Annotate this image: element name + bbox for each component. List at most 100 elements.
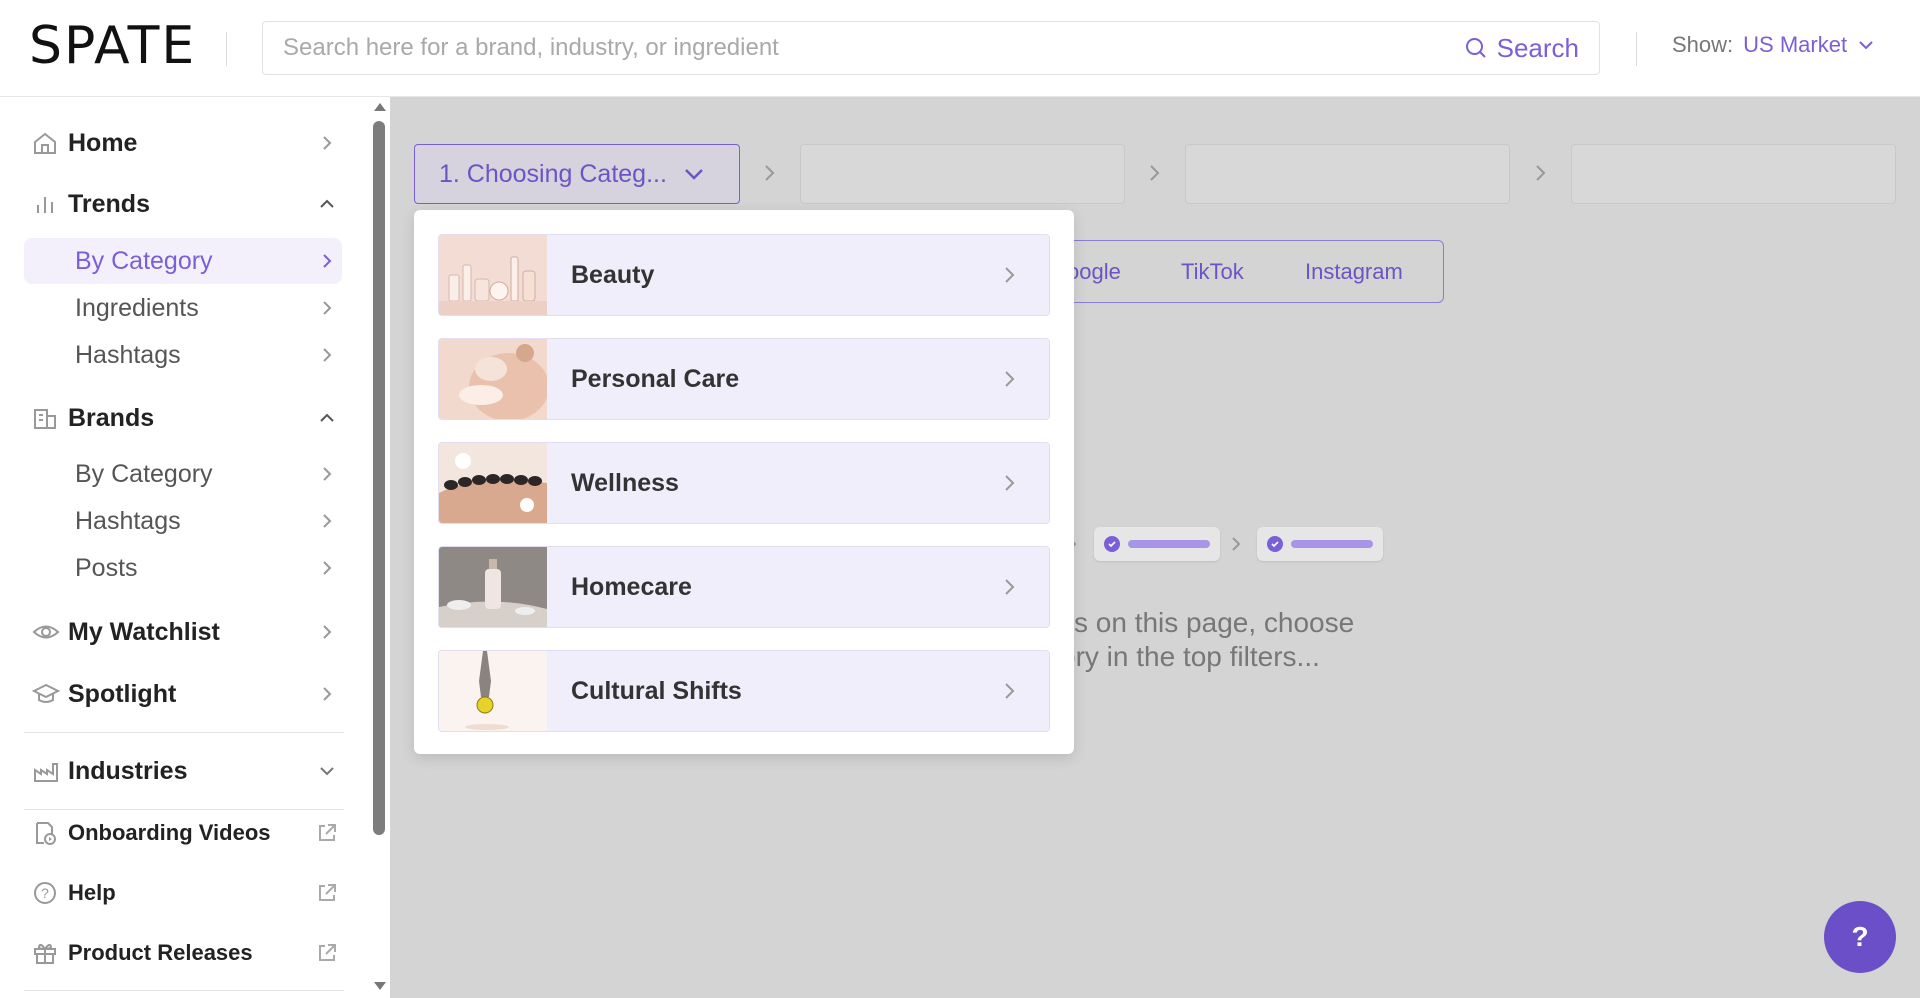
progress-bar (1128, 540, 1210, 548)
category-option-cultural-shifts[interactable]: Cultural Shifts (438, 650, 1050, 732)
header-divider (1636, 32, 1637, 66)
tab-google[interactable]: oogle (1067, 259, 1121, 285)
spate-logo[interactable]: SPATE (29, 16, 196, 76)
personal-care-thumbnail (439, 339, 547, 419)
sidebar-item-brands-posts[interactable]: Posts (24, 545, 342, 591)
sidebar-item-brands-by-category[interactable]: By Category (24, 451, 342, 497)
sidebar-item-watchlist[interactable]: My Watchlist (24, 607, 342, 657)
search-icon (1465, 38, 1486, 58)
sidebar-subitem-label: By Category (75, 246, 213, 275)
chevron-right-icon (312, 299, 342, 317)
sidebar-item-label: Spotlight (68, 679, 177, 708)
category-option-label: Homecare (571, 572, 692, 601)
category-filter-dropdown[interactable]: 1. Choosing Categ... (414, 144, 740, 204)
platform-tabs: oogle TikTok Instagram (1040, 240, 1444, 303)
gift-icon (24, 940, 68, 966)
category-option-label: Cultural Shifts (571, 676, 742, 705)
search-input[interactable] (263, 22, 1465, 74)
sidebar-item-help[interactable]: ? Help (24, 868, 342, 918)
sidebar-item-onboarding-videos[interactable]: Onboarding Videos (24, 808, 342, 858)
progress-step-illustration (1257, 527, 1383, 561)
chevron-right-icon (969, 576, 1049, 598)
sidebar-subitem-label: By Category (75, 459, 213, 488)
sidebar-item-spotlight[interactable]: Spotlight (24, 669, 342, 719)
category-filter-label: 1. Choosing Categ... (439, 159, 667, 188)
tab-tiktok[interactable]: TikTok (1181, 259, 1244, 285)
chevron-right-icon (312, 559, 342, 577)
search-button[interactable]: Search (1465, 33, 1599, 64)
category-option-homecare[interactable]: Homecare (438, 546, 1050, 628)
progress-step-illustration (1094, 527, 1220, 561)
chevron-right-icon (312, 134, 342, 152)
sidebar-item-trends[interactable]: Trends (24, 179, 342, 229)
chevron-right-icon (312, 685, 342, 703)
chevron-right-icon (969, 680, 1049, 702)
filter-step-3[interactable] (1185, 144, 1510, 204)
sidebar-item-label: Industries (68, 756, 188, 785)
show-label: Show: (1672, 32, 1734, 57)
category-option-label: Wellness (571, 468, 679, 497)
sidebar: Home Trends By Category Ingredients Hash… (0, 97, 390, 998)
scroll-up-arrow-icon[interactable] (372, 101, 388, 113)
chevron-right-icon (312, 346, 342, 364)
video-file-icon (24, 820, 68, 846)
category-dropdown-menu: Beauty Personal Care Wellness Homecare C… (414, 210, 1074, 754)
scroll-down-arrow-icon[interactable] (372, 980, 388, 992)
external-link-icon (312, 882, 342, 904)
graduation-cap-icon (24, 681, 68, 707)
sidebar-item-trends-ingredients[interactable]: Ingredients (24, 285, 342, 331)
sidebar-item-label: Help (68, 880, 116, 905)
chevron-right-icon (312, 252, 342, 270)
progress-bar (1291, 540, 1373, 548)
chevron-right-icon (969, 472, 1049, 494)
sidebar-item-label: Product Releases (68, 940, 253, 965)
header-divider (226, 32, 227, 66)
filter-step-4[interactable] (1571, 144, 1896, 204)
homecare-thumbnail (439, 547, 547, 627)
sidebar-item-label: Onboarding Videos (68, 820, 271, 845)
sidebar-item-label: My Watchlist (68, 617, 220, 646)
svg-text:?: ? (41, 885, 49, 901)
sidebar-item-label: Brands (68, 403, 155, 432)
chevron-up-icon (312, 198, 342, 210)
category-option-wellness[interactable]: Wellness (438, 442, 1050, 524)
home-icon (24, 130, 68, 156)
sidebar-subitem-label: Hashtags (75, 506, 181, 535)
chevron-right-icon (1150, 165, 1160, 181)
empty-state-line: lts on this page, choose (1060, 607, 1355, 638)
wellness-thumbnail (439, 443, 547, 523)
category-option-label: Beauty (571, 260, 655, 289)
sidebar-item-trends-by-category[interactable]: By Category (24, 238, 342, 284)
chevron-right-icon (1232, 537, 1241, 551)
category-option-beauty[interactable]: Beauty (438, 234, 1050, 316)
filter-step-2[interactable] (800, 144, 1125, 204)
bar-chart-icon (24, 191, 68, 217)
sidebar-item-home[interactable]: Home (24, 118, 342, 168)
sidebar-subitem-label: Posts (75, 553, 138, 582)
scrollbar-thumb[interactable] (373, 121, 385, 835)
chevron-right-icon (312, 623, 342, 641)
sidebar-divider (24, 732, 344, 733)
sidebar-subitem-label: Hashtags (75, 340, 181, 369)
search-bar: Search (262, 21, 1600, 75)
market-selector[interactable]: Show: US Market (1672, 32, 1875, 58)
sidebar-item-brands[interactable]: Brands (24, 393, 342, 443)
chevron-right-icon (765, 165, 775, 181)
top-header: SPATE Search Show: US Market (0, 0, 1920, 97)
market-value: US Market (1743, 32, 1848, 57)
sidebar-item-brands-hashtags[interactable]: Hashtags (24, 498, 342, 544)
chevron-right-icon (969, 368, 1049, 390)
category-option-personal-care[interactable]: Personal Care (438, 338, 1050, 420)
chevron-right-icon (312, 465, 342, 483)
chevron-right-icon (1536, 165, 1546, 181)
tab-instagram[interactable]: Instagram (1305, 259, 1403, 285)
sidebar-item-product-releases[interactable]: Product Releases (24, 928, 342, 978)
help-fab-label: ? (1851, 921, 1869, 952)
sidebar-item-trends-hashtags[interactable]: Hashtags (24, 332, 342, 378)
sidebar-item-industries[interactable]: Industries (24, 746, 342, 796)
chevron-right-icon (969, 264, 1049, 286)
sidebar-item-label: Trends (68, 189, 150, 218)
sidebar-subitem-label: Ingredients (75, 293, 199, 322)
help-chat-button[interactable]: ? (1824, 901, 1896, 973)
building-icon (24, 405, 68, 431)
